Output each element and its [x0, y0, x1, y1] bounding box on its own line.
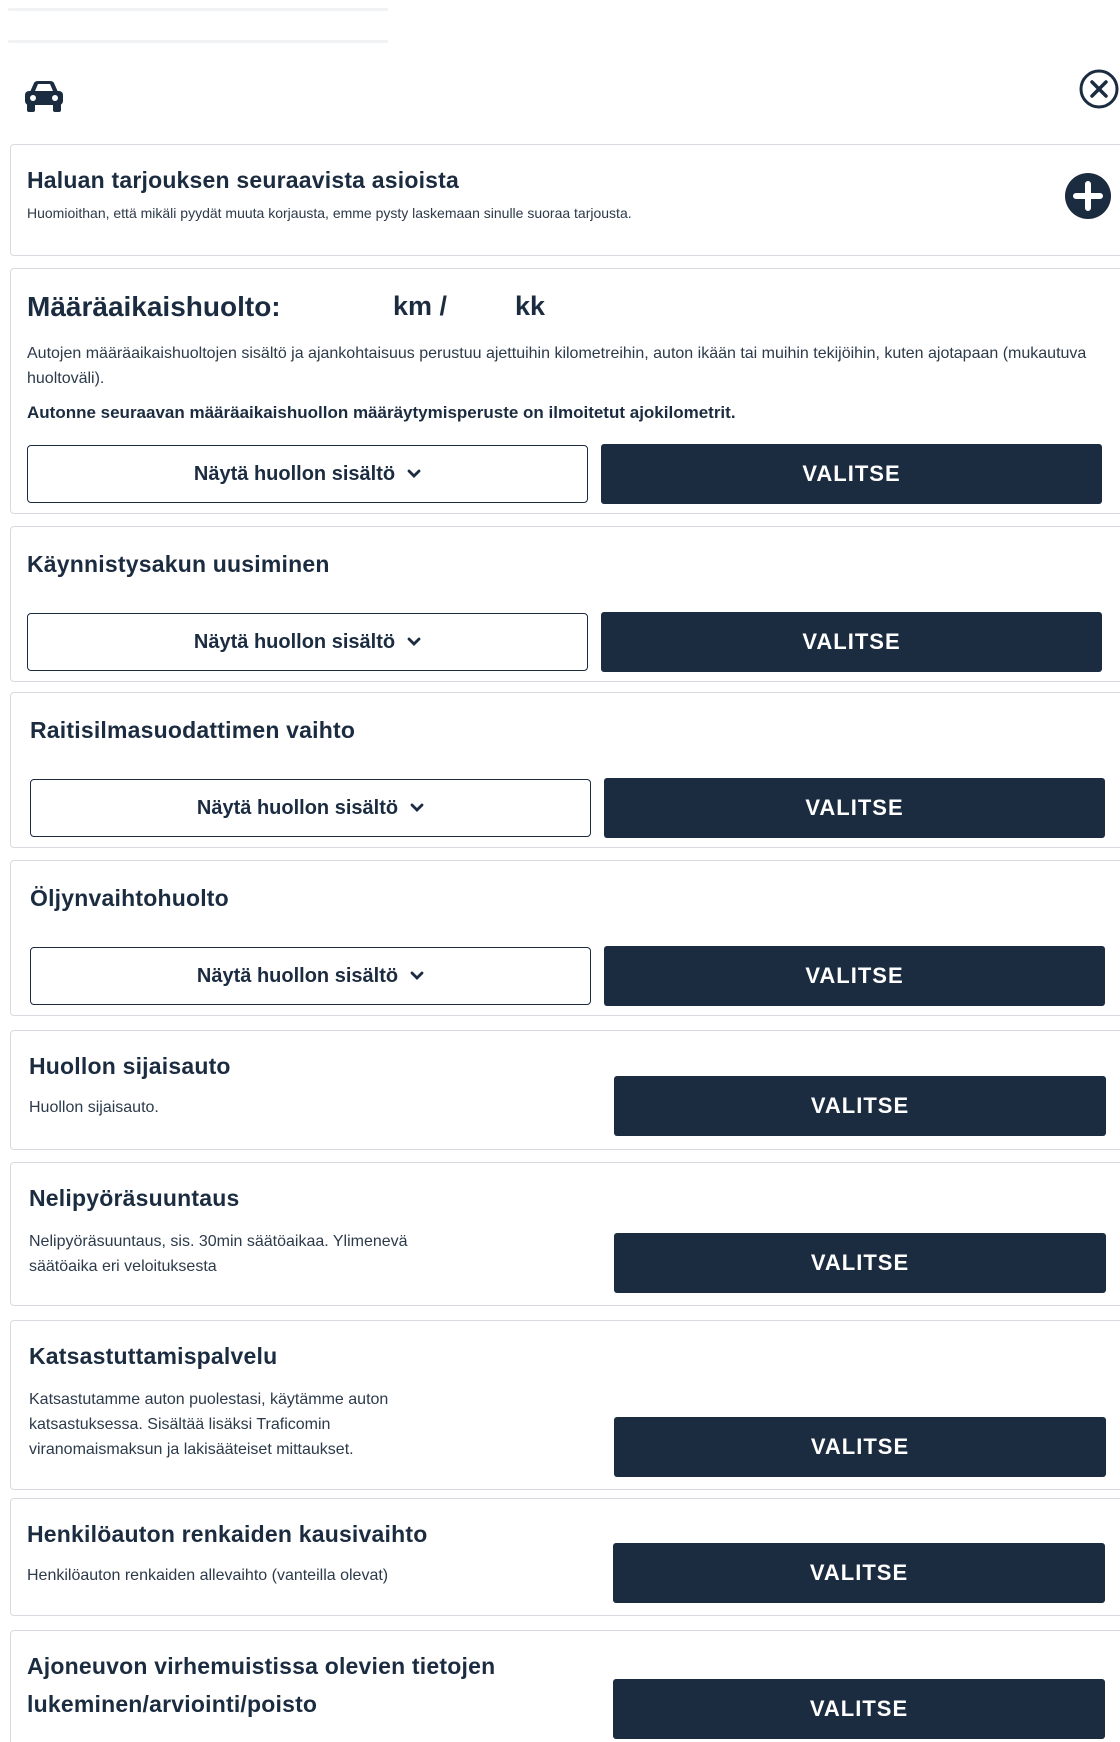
select-button[interactable]: VALITSE — [613, 1679, 1105, 1739]
select-button[interactable]: VALITSE — [614, 1233, 1106, 1293]
car-icon — [25, 81, 63, 112]
service-description-line: Katsastutamme auton puolestasi, käytämme… — [29, 1391, 389, 1408]
faded-header-line — [8, 8, 388, 11]
chevron-down-icon — [407, 637, 421, 646]
service-card: Ajoneuvon virhemuistissa olevien tietoje… — [10, 1630, 1120, 1742]
service-description-line: säätöaika eri veloituksesta — [29, 1258, 217, 1275]
show-service-content-button[interactable]: Näytä huollon sisältö — [27, 613, 588, 671]
service-card: Huollon sijaisauto Huollon sijaisauto. V… — [10, 1030, 1120, 1150]
service-card: Käynnistysakun uusiminen Näytä huollon s… — [10, 526, 1120, 682]
show-service-content-label: Näytä huollon sisältö — [196, 964, 399, 987]
chevron-down-icon — [407, 469, 421, 478]
service-card: Henkilöauton renkaiden kausivaihto Henki… — [10, 1498, 1120, 1616]
faded-header-line — [8, 40, 388, 43]
service-title: Öljynvaihtohuolto — [30, 885, 229, 911]
service-description: Henkilöauton renkaiden allevaihto (vante… — [27, 1567, 389, 1584]
service-card: Nelipyöräsuuntaus Nelipyöräsuuntaus, sis… — [10, 1162, 1120, 1306]
plus-circle-icon[interactable] — [1064, 172, 1112, 220]
show-service-content-label: Näytä huollon sisältö — [193, 630, 396, 653]
select-button[interactable]: VALITSE — [613, 1543, 1105, 1603]
periodic-title: Määräaikaishuolto: — [27, 291, 281, 322]
select-button[interactable]: VALITSE — [601, 612, 1102, 672]
service-title: Nelipyöräsuuntaus — [29, 1185, 240, 1211]
select-button[interactable]: VALITSE — [614, 1417, 1106, 1477]
periodic-service-card: Määräaikaishuolto: km / kk Autojen määrä… — [10, 268, 1120, 514]
service-title-line: Ajoneuvon virhemuistissa olevien tietoje… — [27, 1653, 496, 1679]
service-card: Raitisilmasuodattimen vaihto Näytä huoll… — [10, 692, 1120, 848]
service-card: Katsastuttamispalvelu Katsastutamme auto… — [10, 1320, 1120, 1490]
select-button[interactable]: VALITSE — [601, 444, 1102, 504]
show-service-content-button[interactable]: Näytä huollon sisältö — [27, 445, 588, 503]
close-circle-icon[interactable] — [1078, 68, 1120, 110]
show-service-content-label: Näytä huollon sisältö — [196, 796, 399, 819]
show-service-content-button[interactable]: Näytä huollon sisältö — [30, 779, 591, 837]
chevron-down-icon — [410, 803, 424, 812]
service-title: Käynnistysakun uusiminen — [27, 551, 330, 577]
service-description-line: katsastuksessa. Sisältää lisäksi Trafico… — [29, 1416, 331, 1433]
offer-note: Huomioithan, että mikäli pyydät muuta ko… — [27, 205, 632, 221]
show-service-content-button[interactable]: Näytä huollon sisältö — [30, 947, 591, 1005]
service-title: Huollon sijaisauto — [29, 1053, 231, 1079]
service-description-line: viranomaismaksun ja lakisääteiset mittau… — [29, 1441, 354, 1458]
service-description-line: Nelipyöräsuuntaus, sis. 30min säätöaikaa… — [29, 1233, 408, 1250]
service-title: Raitisilmasuodattimen vaihto — [30, 717, 356, 743]
service-card: Öljynvaihtohuolto Näytä huollon sisältö … — [10, 860, 1120, 1016]
select-button[interactable]: VALITSE — [604, 778, 1105, 838]
offer-title: Haluan tarjouksen seuraavista asioista — [27, 167, 460, 193]
service-title: Henkilöauton renkaiden kausivaihto — [27, 1521, 428, 1547]
service-selection-page: Haluan tarjouksen seuraavista asioista H… — [0, 0, 1120, 1742]
periodic-basis: Autonne seuraavan määräaikaishuollon mää… — [27, 403, 736, 422]
chevron-down-icon — [410, 971, 424, 980]
km-label: km / — [393, 291, 448, 321]
select-button[interactable]: VALITSE — [614, 1076, 1106, 1136]
periodic-description: Autojen määräaikaishuoltojen sisältö ja … — [27, 345, 1087, 387]
select-button[interactable]: VALITSE — [604, 946, 1105, 1006]
service-title-line: lukeminen/arviointi/poisto — [27, 1691, 318, 1717]
service-description: Huollon sijaisauto. — [29, 1099, 159, 1116]
show-service-content-label: Näytä huollon sisältö — [193, 462, 396, 485]
offer-card: Haluan tarjouksen seuraavista asioista H… — [10, 144, 1120, 256]
kk-label: kk — [515, 291, 546, 321]
service-title: Katsastuttamispalvelu — [29, 1343, 278, 1369]
